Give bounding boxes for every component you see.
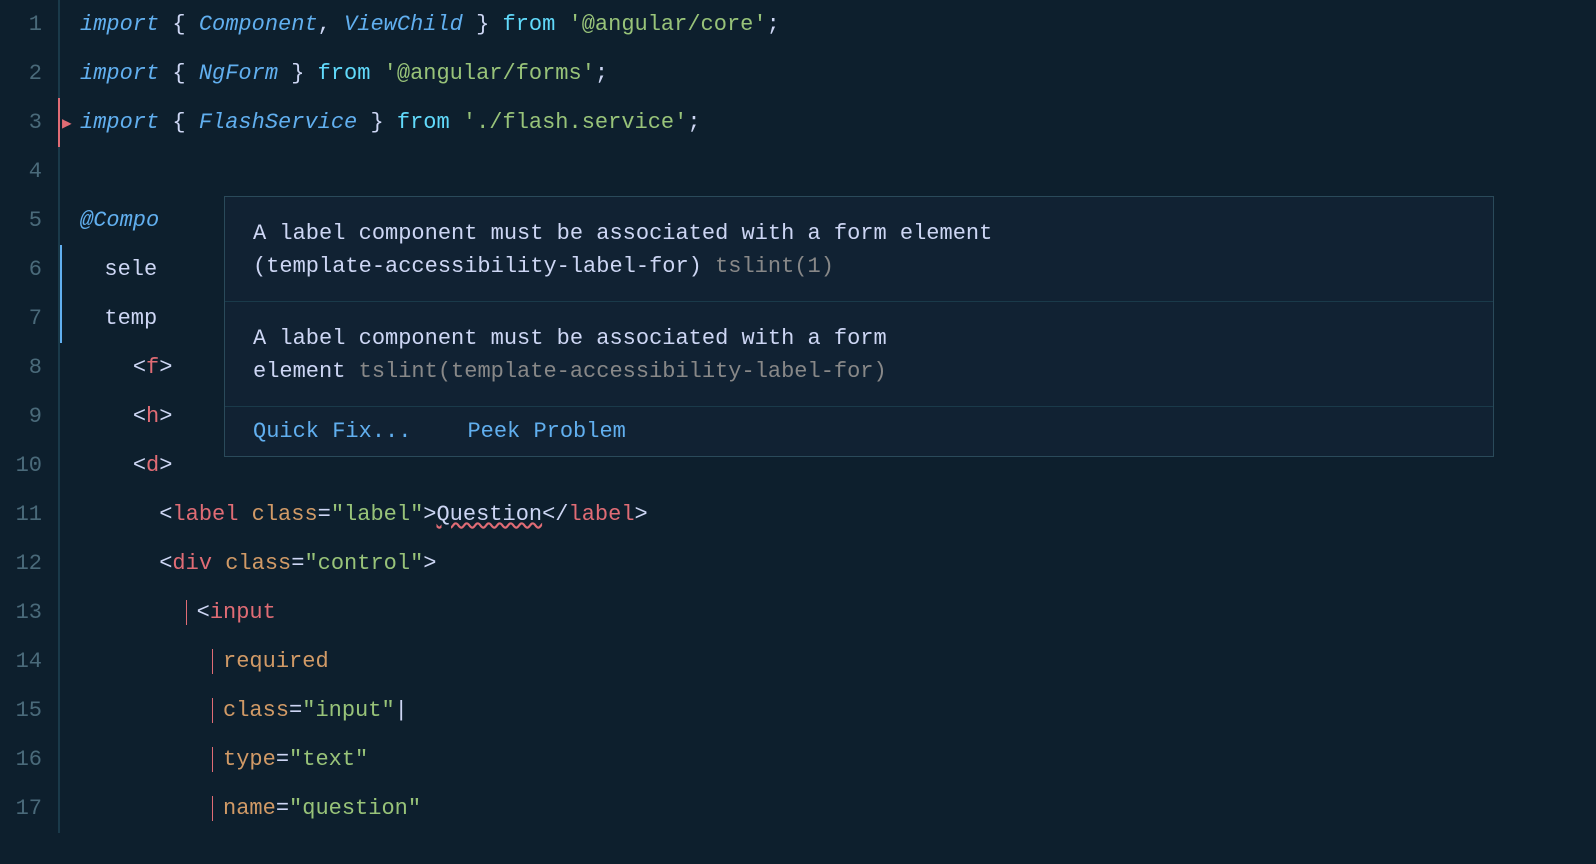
line-content-3: import { FlashService } from './flash.se… [60, 98, 1596, 147]
line-2: 2 import { NgForm } from '@angular/forms… [0, 49, 1596, 98]
code-editor: 1 import { Component, ViewChild } from '… [0, 0, 1596, 864]
error-arrow-icon: ▶ [62, 113, 72, 133]
tooltip-actions: Quick Fix... Peek Problem [225, 407, 1493, 456]
tooltip-text-line1: A label component must be associated wit… [253, 221, 992, 246]
line-content-13: <input [60, 588, 1596, 637]
line-number-12: 12 [0, 539, 60, 588]
line-12: 12 <div class="control"> [0, 539, 1596, 588]
line-content-4 [60, 147, 1596, 196]
line-17: 17 name="question" [0, 784, 1596, 833]
line-content-1: import { Component, ViewChild } from '@a… [60, 0, 1596, 49]
keyword-import: import [80, 12, 159, 37]
line-11: 11 <label class="label">Question</label> [0, 490, 1596, 539]
tooltip-text-line2-plain: (template-accessibility-label-for) [253, 254, 702, 279]
line-4: 4 [0, 147, 1596, 196]
line-content-16: type="text" [60, 735, 1596, 784]
line-content-14: required [60, 637, 1596, 686]
tooltip-section-2: A label component must be associated wit… [225, 302, 1493, 407]
line-16: 16 type="text" [0, 735, 1596, 784]
line-13: 13 <input [0, 588, 1596, 637]
line-number-10: 10 [0, 441, 60, 490]
tooltip-text2-line1: A label component must be associated wit… [253, 326, 887, 351]
line-3: 3 ▶ import { FlashService } from './flas… [0, 98, 1596, 147]
line-number-17: 17 [0, 784, 60, 833]
line-1: 1 import { Component, ViewChild } from '… [0, 0, 1596, 49]
line-number-2: 2 [0, 49, 60, 98]
tooltip-message-2: A label component must be associated wit… [253, 322, 1465, 388]
tooltip-text2-line2-plain: element [253, 359, 359, 384]
tooltip-text2-line2-mono: tslint(template-accessibility-label-for) [359, 359, 887, 384]
peek-problem-button[interactable]: Peek Problem [439, 407, 653, 456]
line-number-3: 3 [0, 98, 60, 147]
tooltip-text-line2-mono: tslint(1) [702, 254, 834, 279]
line-number-16: 16 [0, 735, 60, 784]
line-number-15: 15 [0, 686, 60, 735]
line-content-2: import { NgForm } from '@angular/forms'; [60, 49, 1596, 98]
line-number-6: 6 [0, 245, 60, 294]
line-number-1: 1 [0, 0, 60, 49]
tooltip-message-1: A label component must be associated wit… [253, 217, 1465, 283]
quick-fix-button[interactable]: Quick Fix... [225, 407, 439, 456]
line-14: 14 required [0, 637, 1596, 686]
line-number-5: 5 [0, 196, 60, 245]
line-number-13: 13 [0, 588, 60, 637]
line-number-4: 4 [0, 147, 60, 196]
line-content-17: name="question" [60, 784, 1596, 833]
line-content-11: <label class="label">Question</label> [60, 490, 1596, 539]
line-content-12: <div class="control"> [60, 539, 1596, 588]
line-number-14: 14 [0, 637, 60, 686]
line-number-9: 9 [0, 392, 60, 441]
line-content-15: class="input"| [60, 686, 1596, 735]
tooltip-section-1: A label component must be associated wit… [225, 197, 1493, 302]
lint-tooltip-panel: A label component must be associated wit… [224, 196, 1494, 457]
line-number-8: 8 [0, 343, 60, 392]
line-15: 15 class="input"| [0, 686, 1596, 735]
line-number-7: 7 [0, 294, 60, 343]
line-number-11: 11 [0, 490, 60, 539]
